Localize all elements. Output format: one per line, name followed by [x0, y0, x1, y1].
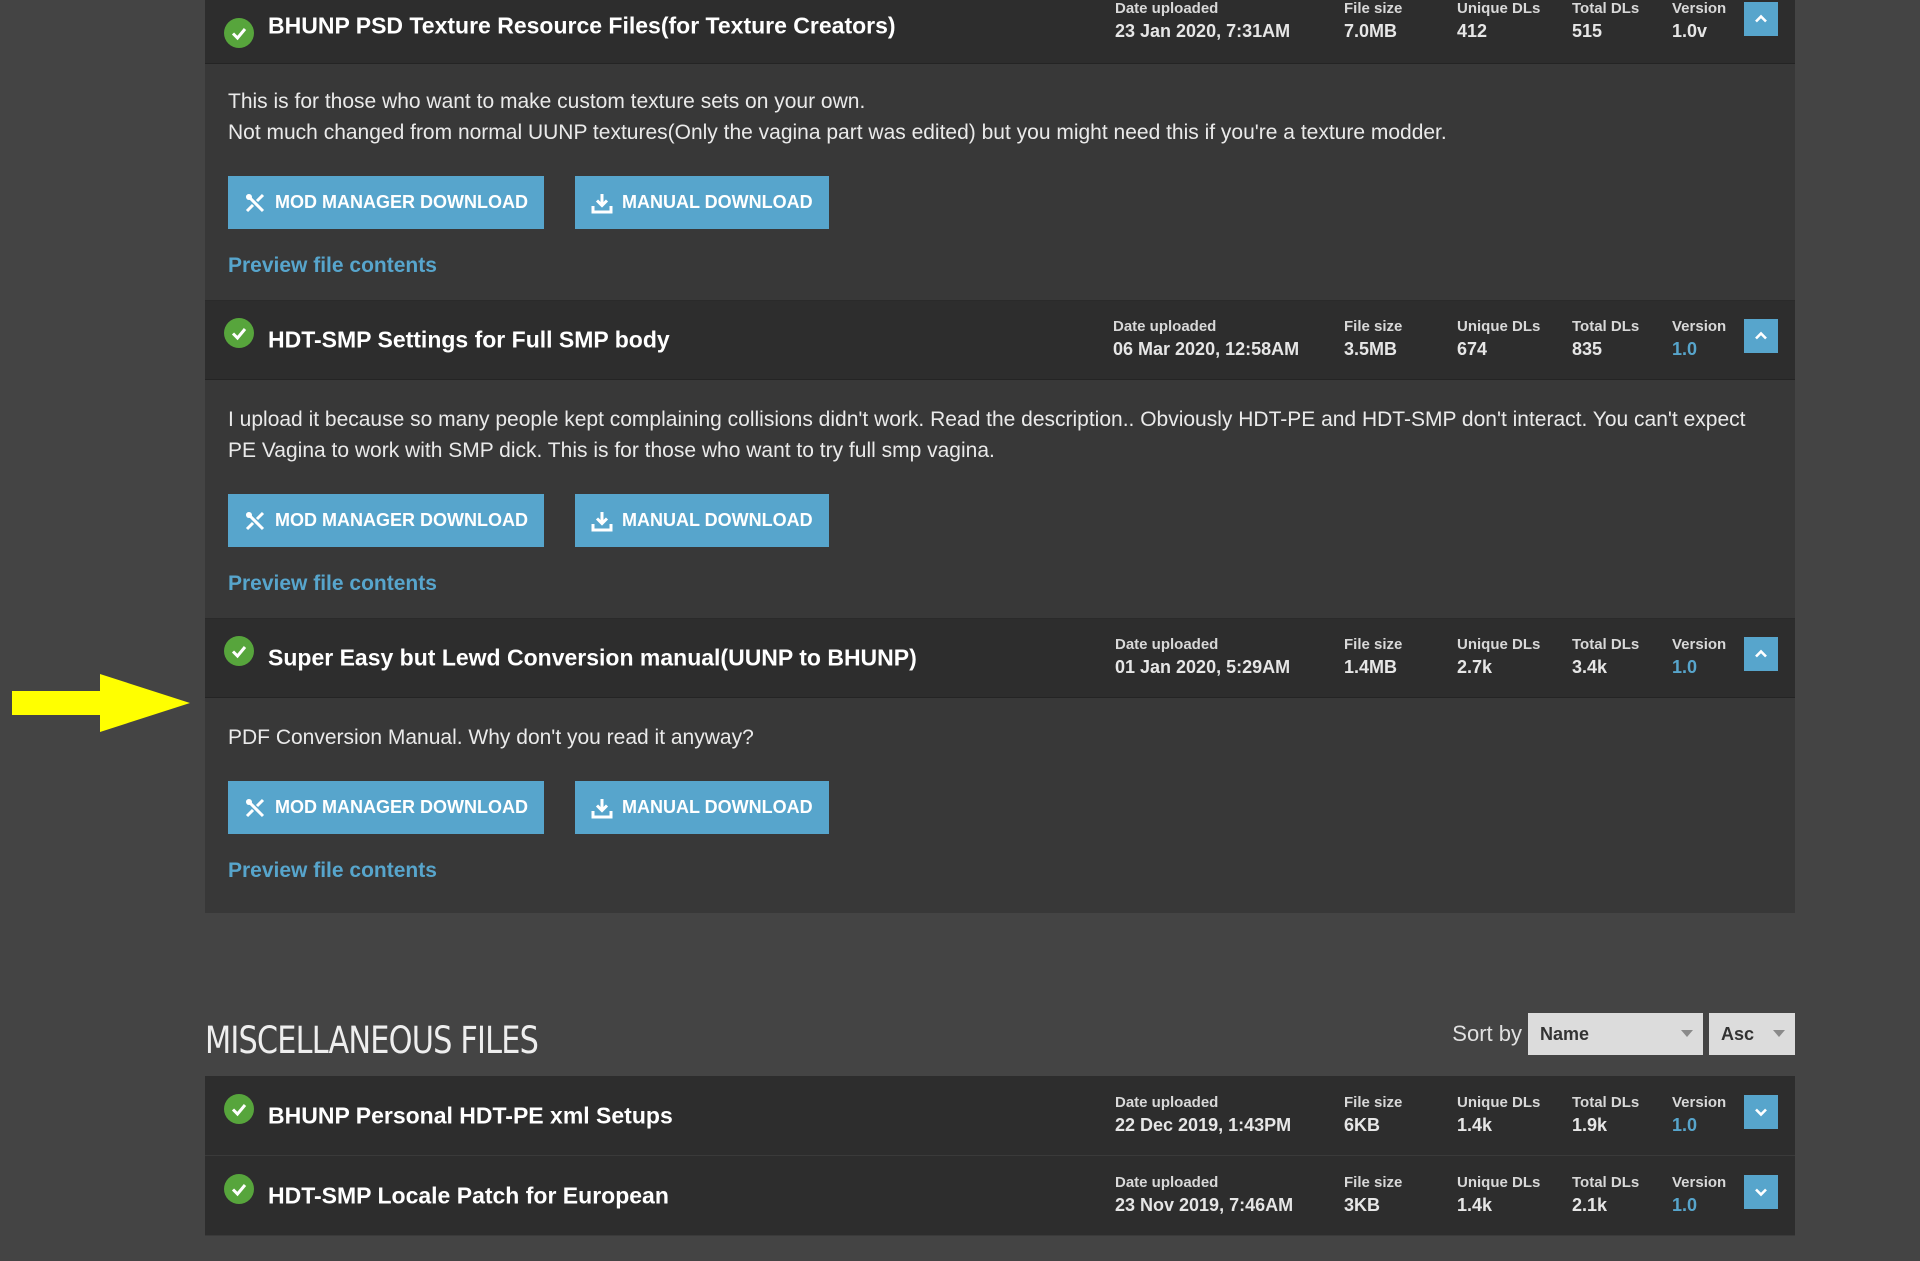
file-size: File size 3.5MB — [1344, 318, 1403, 359]
sort-field-select[interactable]: Name — [1528, 1013, 1703, 1055]
chevron-down-icon — [1755, 1188, 1767, 1196]
file-body: This is for those who want to make custo… — [205, 64, 1795, 300]
date-uploaded: Date uploaded 22 Dec 2019, 1:43PM — [1115, 1093, 1292, 1135]
mod-manager-download-button[interactable]: MOD MANAGER DOWNLOAD — [228, 781, 544, 834]
unique-dls: Unique DLs 412 — [1457, 0, 1541, 41]
version: Version 1.0v — [1672, 0, 1727, 41]
collapse-button[interactable] — [1744, 1, 1778, 36]
total-dls: Total DLs 1.9k — [1572, 1093, 1640, 1135]
file-title: Super Easy but Lewd Conversion manual(UU… — [268, 644, 917, 671]
unique-dls: Unique DLs 674 — [1457, 318, 1541, 359]
check-icon — [224, 1093, 254, 1124]
version: Version 1.0 — [1672, 636, 1727, 677]
file-header[interactable]: BHUNP PSD Texture Resource Files(for Tex… — [205, 0, 1795, 64]
preview-file-contents-link[interactable]: Preview file contents — [228, 572, 437, 596]
version: Version 1.0 — [1672, 1173, 1727, 1215]
version: Version 1.0 — [1672, 1093, 1727, 1135]
preview-file-contents-link[interactable]: Preview file contents — [228, 859, 437, 883]
date-uploaded: Date uploaded 23 Jan 2020, 7:31AM — [1115, 0, 1291, 41]
file-size: File size 1.4MB — [1344, 636, 1403, 677]
section-title: MISCELLANEOUS FILES — [205, 1019, 539, 1062]
chevron-up-icon — [1755, 331, 1767, 340]
file-title: BHUNP Personal HDT-PE xml Setups — [268, 1102, 673, 1128]
file-item: BHUNP PSD Texture Resource Files(for Tex… — [205, 0, 1795, 300]
version: Version 1.0 — [1672, 318, 1727, 359]
expand-button[interactable] — [1744, 1174, 1778, 1209]
mod-manager-download-button[interactable]: MOD MANAGER DOWNLOAD — [228, 176, 544, 229]
unique-dls: Unique DLs 2.7k — [1457, 636, 1541, 677]
sort-controls: Sort by Name Asc — [1452, 1013, 1795, 1055]
file-body: I upload it because so many people kept … — [205, 380, 1795, 618]
file-title: HDT-SMP Locale Patch for European — [268, 1182, 669, 1208]
file-item: HDT-SMP Settings for Full SMP body Date … — [205, 300, 1795, 618]
tools-icon — [245, 193, 265, 212]
collapse-button[interactable] — [1744, 637, 1778, 671]
total-dls: Total DLs 3.4k — [1572, 636, 1640, 677]
download-icon — [591, 798, 613, 818]
main-files-list: BHUNP PSD Texture Resource Files(for Tex… — [205, 0, 1795, 913]
file-size: File size 3KB — [1344, 1173, 1403, 1215]
yellow-arrow-annotation — [12, 674, 190, 732]
file-description: PDF Conversion Manual. Why don't you rea… — [228, 726, 754, 749]
collapse-button[interactable] — [1744, 319, 1778, 353]
manual-download-button[interactable]: MANUAL DOWNLOAD — [574, 781, 829, 834]
total-dls: Total DLs 835 — [1572, 318, 1640, 359]
file-header[interactable]: BHUNP Personal HDT-PE xml Setups Date up… — [205, 1076, 1795, 1156]
date-uploaded: Date uploaded 23 Nov 2019, 7:46AM — [1115, 1173, 1294, 1215]
file-header[interactable]: Super Easy but Lewd Conversion manual(UU… — [205, 619, 1795, 698]
file-description: I upload it because so many people kept … — [228, 408, 1746, 462]
expand-button[interactable] — [1744, 1094, 1778, 1129]
date-uploaded: Date uploaded 06 Mar 2020, 12:58AM — [1113, 318, 1300, 359]
total-dls: Total DLs 515 — [1572, 0, 1640, 41]
unique-dls: Unique DLs 1.4k — [1457, 1093, 1541, 1135]
manual-download-button[interactable]: MANUAL DOWNLOAD — [574, 176, 829, 229]
file-header[interactable]: HDT-SMP Locale Patch for European Date u… — [205, 1156, 1795, 1236]
download-icon — [591, 511, 613, 531]
sort-order-select[interactable]: Asc — [1709, 1013, 1795, 1055]
unique-dls: Unique DLs 1.4k — [1457, 1173, 1541, 1215]
chevron-down-icon — [1755, 1108, 1767, 1116]
chevron-up-icon — [1755, 649, 1767, 658]
file-title: HDT-SMP Settings for Full SMP body — [268, 326, 670, 353]
preview-file-contents-link[interactable]: Preview file contents — [228, 254, 437, 278]
file-size: File size 6KB — [1344, 1093, 1403, 1135]
check-icon — [224, 636, 254, 666]
caret-down-icon — [1681, 1030, 1693, 1037]
tools-icon — [245, 798, 265, 817]
file-title: BHUNP PSD Texture Resource Files(for Tex… — [268, 12, 896, 38]
chevron-up-icon — [1755, 14, 1767, 22]
mod-manager-download-button[interactable]: MOD MANAGER DOWNLOAD — [228, 494, 544, 547]
date-uploaded: Date uploaded 01 Jan 2020, 5:29AM — [1115, 636, 1291, 677]
check-icon — [224, 17, 254, 48]
file-body: PDF Conversion Manual. Why don't you rea… — [205, 698, 1795, 913]
total-dls: Total DLs 2.1k — [1572, 1173, 1640, 1215]
manual-download-button[interactable]: MANUAL DOWNLOAD — [574, 494, 829, 547]
file-header[interactable]: HDT-SMP Settings for Full SMP body Date … — [205, 301, 1795, 380]
caret-down-icon — [1773, 1030, 1785, 1037]
download-icon — [591, 193, 613, 213]
sort-label: Sort by — [1452, 1021, 1522, 1046]
check-icon — [224, 318, 254, 348]
check-icon — [224, 1173, 254, 1204]
file-size: File size 7.0MB — [1344, 0, 1403, 41]
misc-files-list: BHUNP Personal HDT-PE xml Setups Date up… — [205, 1076, 1795, 1236]
file-description: This is for those who want to make custo… — [228, 90, 1447, 144]
tools-icon — [245, 511, 265, 530]
file-item: Super Easy but Lewd Conversion manual(UU… — [205, 618, 1795, 913]
